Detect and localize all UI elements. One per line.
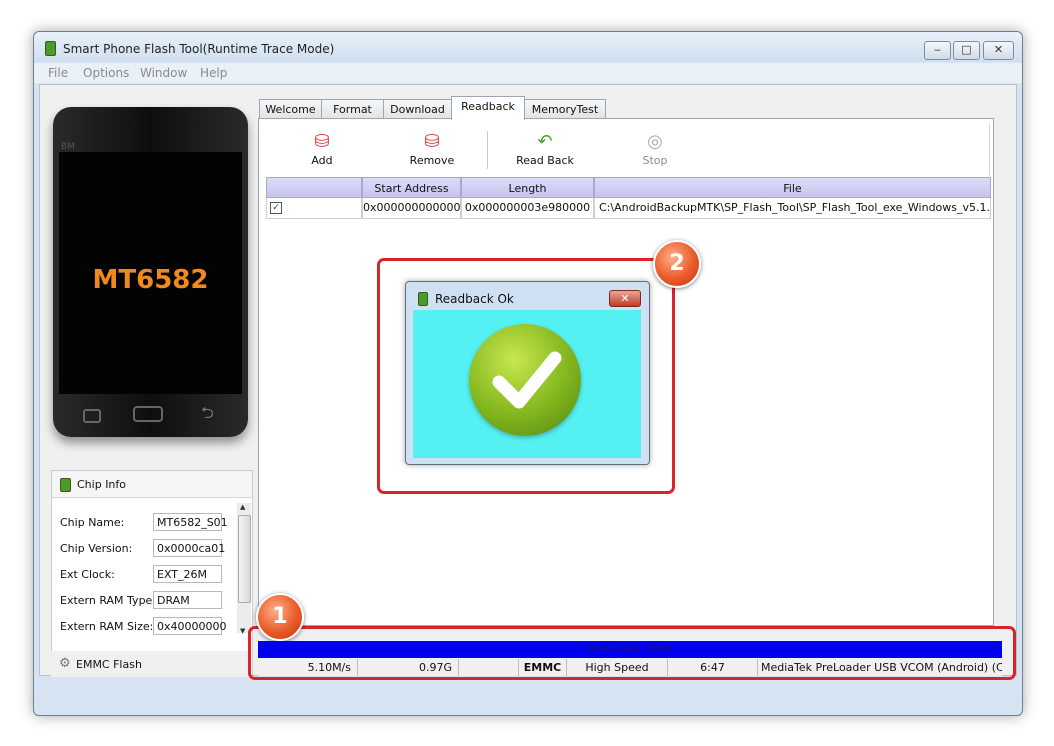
scroll-up-icon[interactable]: ▲: [240, 503, 245, 511]
remove-button[interactable]: ⛁ Remove: [401, 131, 463, 175]
tab-readback[interactable]: Readback: [451, 96, 525, 120]
ext-clock-label: Ext Clock:: [60, 568, 115, 581]
chip-info-panel: Chip Info Chip Name: MT6582_S01 Chip Ver…: [51, 470, 253, 677]
tab-format[interactable]: Format: [321, 99, 384, 119]
tab-download[interactable]: Download: [383, 99, 452, 119]
status-size: 0.97G: [358, 659, 459, 676]
phone-brand: BM: [61, 142, 75, 152]
toolbar-edge: [989, 123, 990, 175]
remove-icon: ⛁: [424, 131, 440, 152]
callout-box-2: [377, 258, 675, 494]
chip-version-label: Chip Version:: [60, 542, 133, 555]
callout-badge-1: 1: [256, 593, 304, 641]
phone-back-icon: ⮌: [201, 403, 214, 422]
ram-type-value[interactable]: DRAM: [153, 591, 222, 609]
ram-size-value[interactable]: 0x40000000: [153, 617, 227, 635]
status-bar: 5.10M/s 0.97G EMMC High Speed 6:47 Media…: [258, 659, 1002, 676]
header-file[interactable]: File: [594, 177, 991, 198]
read-back-arrow-icon: ↶: [537, 131, 553, 152]
phone-image: BM MT6582 ⮌: [53, 107, 248, 437]
maximize-button[interactable]: □: [953, 41, 980, 60]
phone-screen: MT6582: [59, 152, 242, 394]
tab-memorytest[interactable]: MemoryTest: [524, 99, 606, 119]
menu-bar: File Options Window Help: [34, 63, 1022, 83]
chip-name-label: Chip Name:: [60, 516, 125, 529]
menu-help[interactable]: Help: [200, 66, 227, 80]
chip-icon: [60, 478, 71, 492]
row-file[interactable]: C:\AndroidBackupMTK\SP_Flash_Tool\SP_Fla…: [594, 198, 991, 219]
window-title: Smart Phone Flash Tool(Runtime Trace Mod…: [63, 42, 335, 56]
row-start-address[interactable]: 0x0000000000000000: [362, 198, 461, 219]
title-bar: Smart Phone Flash Tool(Runtime Trace Mod…: [34, 32, 1022, 62]
ram-type-label: Extern RAM Type:: [60, 594, 157, 607]
toolbar-separator: [487, 131, 488, 169]
read-back-label: Read Back: [516, 154, 574, 167]
minimize-button[interactable]: ‒: [924, 41, 951, 60]
stop-label: Stop: [642, 154, 668, 167]
menu-options[interactable]: Options: [83, 66, 129, 80]
progress-text: Read back 100%: [588, 644, 672, 655]
gear-icon: ⚙: [59, 656, 71, 671]
progress-bar: Read back 100%: [258, 641, 1002, 658]
callout-badge-2: 2: [653, 240, 701, 288]
ext-clock-value[interactable]: EXT_26M: [153, 565, 222, 583]
phone-menu-icon: [83, 409, 101, 423]
status-storage: EMMC: [519, 659, 567, 676]
chip-info-scrollbar[interactable]: ▲ ▼: [237, 503, 251, 635]
menu-file[interactable]: File: [48, 66, 68, 80]
header-length[interactable]: Length: [461, 177, 594, 198]
status-port: MediaTek PreLoader USB VCOM (Android) (C…: [761, 661, 1002, 674]
stop-button[interactable]: ◎ Stop: [624, 131, 686, 175]
phone-home-icon: [133, 406, 163, 422]
phone-model-label: MT6582: [92, 265, 209, 295]
menu-window[interactable]: Window: [140, 66, 187, 80]
chip-info-header[interactable]: Chip Info: [52, 471, 252, 498]
add-icon: ⛁: [314, 131, 330, 152]
status-speed: 5.10M/s: [258, 659, 358, 676]
row-length[interactable]: 0x000000003e980000: [461, 198, 594, 219]
scroll-thumb[interactable]: [238, 515, 251, 603]
close-button[interactable]: ✕: [983, 41, 1014, 60]
ram-size-label: Extern RAM Size:: [60, 620, 154, 633]
chip-info-title: Chip Info: [77, 478, 127, 491]
row-check-cell: ✓: [266, 198, 362, 219]
chip-name-value[interactable]: MT6582_S01: [153, 513, 228, 531]
remove-label: Remove: [409, 154, 455, 167]
emmc-flash-label: EMMC Flash: [76, 658, 142, 671]
tab-welcome[interactable]: Welcome: [259, 99, 322, 119]
status-time: 6:47: [668, 659, 758, 676]
add-label: Add: [311, 154, 333, 167]
chip-version-value[interactable]: 0x0000ca01: [153, 539, 225, 557]
stop-icon: ◎: [647, 131, 663, 152]
header-check: [266, 177, 362, 198]
row-checkbox[interactable]: ✓: [270, 202, 282, 214]
status-blank: [459, 659, 519, 676]
app-icon: [45, 41, 56, 56]
add-button[interactable]: ⛁ Add: [291, 131, 353, 175]
emmc-flash-panel[interactable]: ⚙ EMMC Flash: [51, 651, 251, 677]
scroll-down-icon[interactable]: ▼: [240, 627, 245, 635]
status-usb-speed: High Speed: [567, 659, 668, 676]
header-start-address[interactable]: Start Address: [362, 177, 461, 198]
read-back-button[interactable]: ↶ Read Back: [514, 131, 576, 175]
